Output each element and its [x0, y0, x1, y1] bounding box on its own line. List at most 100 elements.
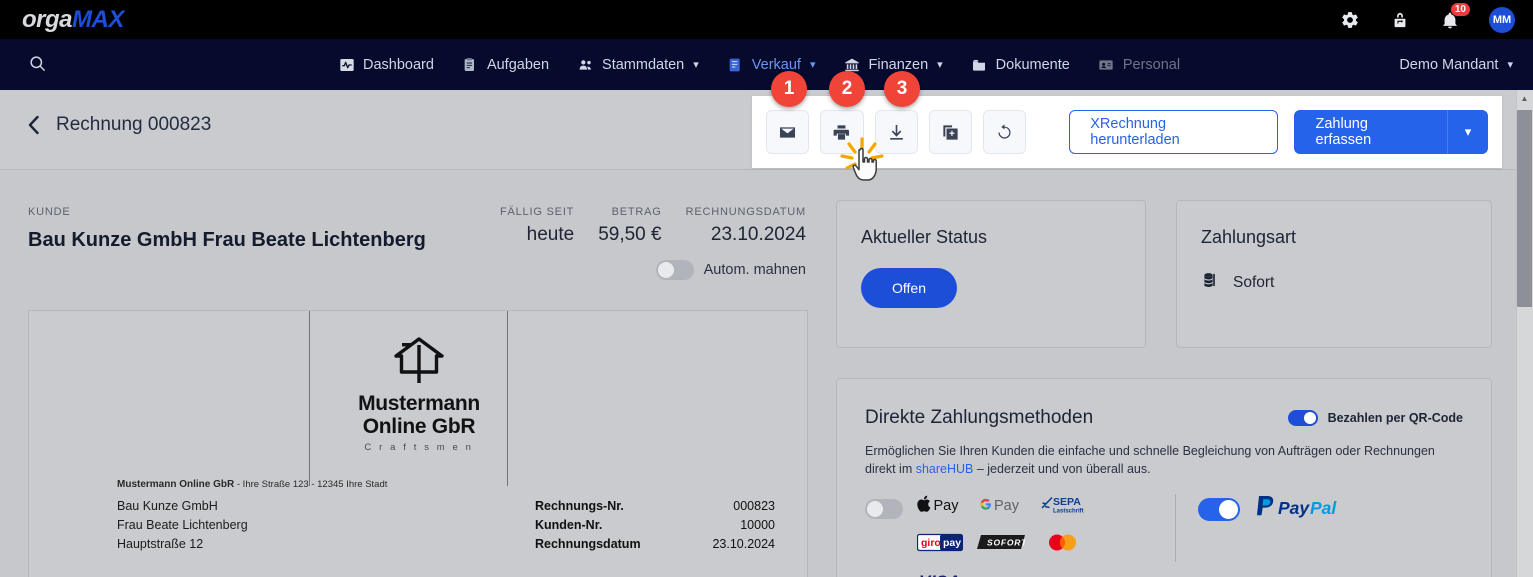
app-logo[interactable]: orgaMAX — [22, 6, 124, 34]
download-button[interactable] — [874, 110, 918, 154]
print-button[interactable] — [820, 110, 864, 154]
apple-pay-logo: Pay — [917, 494, 965, 520]
logo-orga: orga — [22, 5, 73, 33]
back-button[interactable] — [18, 110, 48, 140]
invoice-document-preview[interactable]: Mustermann Online GbR C r a f t s m e n … — [28, 310, 808, 577]
amount-label: BETRAG — [611, 206, 662, 218]
current-status-card: Aktueller Status Offen — [836, 200, 1146, 348]
nav-label: Dokumente — [995, 56, 1070, 73]
invoice-meta: FÄLLIG SEIT heute BETRAG 59,50 € RECHNUN… — [476, 206, 806, 246]
nav-label: Verkauf — [751, 56, 801, 73]
gear-icon[interactable] — [1339, 9, 1361, 31]
logo-line-1: Mustermann — [358, 392, 480, 415]
logo-line-2: Online GbR — [362, 415, 476, 438]
scroll-up-icon[interactable]: ▲ — [1516, 90, 1533, 107]
payment-type-row: Sofort — [1201, 270, 1467, 295]
status-badge[interactable]: Offen — [861, 268, 957, 308]
methods-body: Pay Pay SEPA Lastschrift giro pay SOFORT… — [865, 494, 1463, 577]
nav-item-personal[interactable]: Personal — [1098, 56, 1180, 73]
main-nav: Dashboard Aufgaben Stammdaten ▾ Verkauf … — [0, 39, 1533, 90]
xrechnung-download-button[interactable]: XRechnung herunterladen — [1069, 110, 1278, 154]
invoice-right-column: Aktueller Status Offen Zahlungsart Sofor… — [836, 170, 1516, 577]
top-bar: orgaMAX 10 MM — [0, 0, 1533, 39]
nav-label: Aufgaben — [486, 56, 550, 73]
mandant-label: Demo Mandant — [1399, 56, 1499, 73]
field-value: 000823 — [733, 499, 775, 513]
nav-item-dashboard[interactable]: Dashboard — [338, 56, 434, 73]
refresh-button[interactable] — [983, 110, 1027, 154]
sharehub-link[interactable]: shareHUB — [916, 462, 974, 476]
nav-item-stammdaten[interactable]: Stammdaten ▾ — [577, 56, 699, 73]
bell-icon[interactable]: 10 — [1439, 2, 1470, 31]
google-pay-logo: Pay — [979, 494, 1027, 520]
date-label: RECHNUNGSDATUM — [685, 206, 806, 218]
duplicate-button[interactable] — [928, 110, 972, 154]
svg-text:pay: pay — [943, 537, 961, 549]
nav-label: Finanzen — [868, 56, 929, 73]
page-title: Rechnung 000823 — [56, 114, 212, 135]
meta-date: RECHNUNGSDATUM 23.10.2024 — [662, 206, 806, 246]
topbar-actions: 10 MM — [1339, 0, 1515, 39]
mastercard-logo — [1039, 532, 1085, 558]
record-payment-button[interactable]: Zahlung erfassen — [1293, 110, 1447, 154]
auto-reminder-toggle[interactable] — [655, 260, 694, 280]
doc-field-table: Rechnungs-Nr. 000823 Kunden-Nr. 10000 Re… — [535, 497, 775, 554]
doc-field-row: Rechnungsdatum 23.10.2024 — [535, 535, 775, 554]
nav-item-aufgaben[interactable]: Aufgaben — [462, 56, 549, 73]
record-payment-dropdown[interactable]: ▾ — [1446, 110, 1489, 154]
lock-shop-icon[interactable] — [1389, 9, 1411, 31]
scrollbar-thumb[interactable] — [1517, 110, 1532, 307]
methods-divider — [1175, 494, 1176, 562]
svg-text:VISA: VISA — [919, 572, 961, 577]
chevron-down-icon: ▾ — [1507, 59, 1513, 71]
search-icon[interactable] — [28, 54, 50, 76]
giropay-logo: giro pay — [916, 532, 964, 558]
doc-sender-company: Mustermann Online GbR — [117, 479, 235, 490]
coins-icon — [1201, 270, 1221, 295]
paypal-group: Pay Pal — [1198, 494, 1348, 524]
doc-field-row: Rechnungs-Nr. 000823 — [535, 497, 775, 516]
qr-code-toggle[interactable] — [1287, 410, 1318, 426]
record-payment-group: Zahlung erfassen ▾ — [1293, 110, 1489, 154]
nav-item-finanzen[interactable]: Finanzen ▾ — [843, 56, 943, 73]
address-line: Frau Beate Lichtenberg — [117, 518, 248, 532]
customer-name: Bau Kunze GmbH Frau Beate Lichtenberg — [28, 229, 426, 251]
people-icon — [577, 56, 594, 73]
svg-text:Pay: Pay — [994, 498, 1020, 514]
card-logo-grid: Pay Pay SEPA Lastschrift giro pay SOFORT — [916, 494, 1135, 577]
card-methods-toggle[interactable] — [865, 499, 903, 519]
nav-item-dokumente[interactable]: Dokumente — [971, 56, 1070, 73]
nav-label: Personal — [1122, 56, 1181, 73]
left-methods-group: Pay Pay SEPA Lastschrift giro pay SOFORT — [865, 494, 1165, 577]
methods-title: Direkte Zahlungsmethoden — [865, 407, 1094, 428]
avatar[interactable]: MM — [1489, 6, 1515, 33]
methods-header: Direkte Zahlungsmethoden Bezahlen per QR… — [865, 407, 1463, 429]
paypal-logo: Pay Pal — [1254, 494, 1348, 524]
field-key: Kunden-Nr. — [535, 518, 603, 532]
customer-block: KUNDE Bau Kunze GmbH Frau Beate Lichtenb… — [28, 206, 498, 255]
logo-max: MAX — [72, 5, 124, 33]
doc-field-row: Kunden-Nr. 10000 — [535, 516, 775, 535]
field-key: Rechnungsdatum — [535, 537, 641, 551]
logo-subtitle: C r a f t s m e n — [364, 442, 474, 453]
payment-type-value: Sofort — [1233, 273, 1275, 291]
printer-icon — [833, 124, 850, 140]
auto-reminder-label: Autom. mahnen — [703, 262, 806, 278]
svg-text:Pay: Pay — [1278, 498, 1310, 518]
email-button[interactable] — [766, 110, 810, 154]
meta-due: FÄLLIG SEIT heute — [476, 206, 574, 246]
mandant-selector[interactable]: Demo Mandant ▾ — [1399, 57, 1513, 73]
address-line: Bau Kunze GmbH — [117, 499, 218, 513]
chevron-down-icon: ▾ — [937, 59, 943, 71]
svg-text:Pay: Pay — [934, 498, 960, 514]
envelope-icon — [780, 126, 796, 138]
visa-logo: VISA — [917, 570, 969, 577]
folder-icon — [971, 56, 988, 73]
chevron-down-icon: ▾ — [809, 59, 816, 71]
paypal-toggle[interactable] — [1198, 497, 1240, 521]
svg-text:Lastschrift: Lastschrift — [1053, 509, 1084, 515]
step-marker-2: 2 — [829, 71, 865, 107]
nav-item-verkauf[interactable]: Verkauf ▾ — [727, 56, 816, 73]
sofort-logo: SOFORT — [977, 532, 1026, 558]
chevron-down-icon: ▾ — [1464, 124, 1472, 139]
